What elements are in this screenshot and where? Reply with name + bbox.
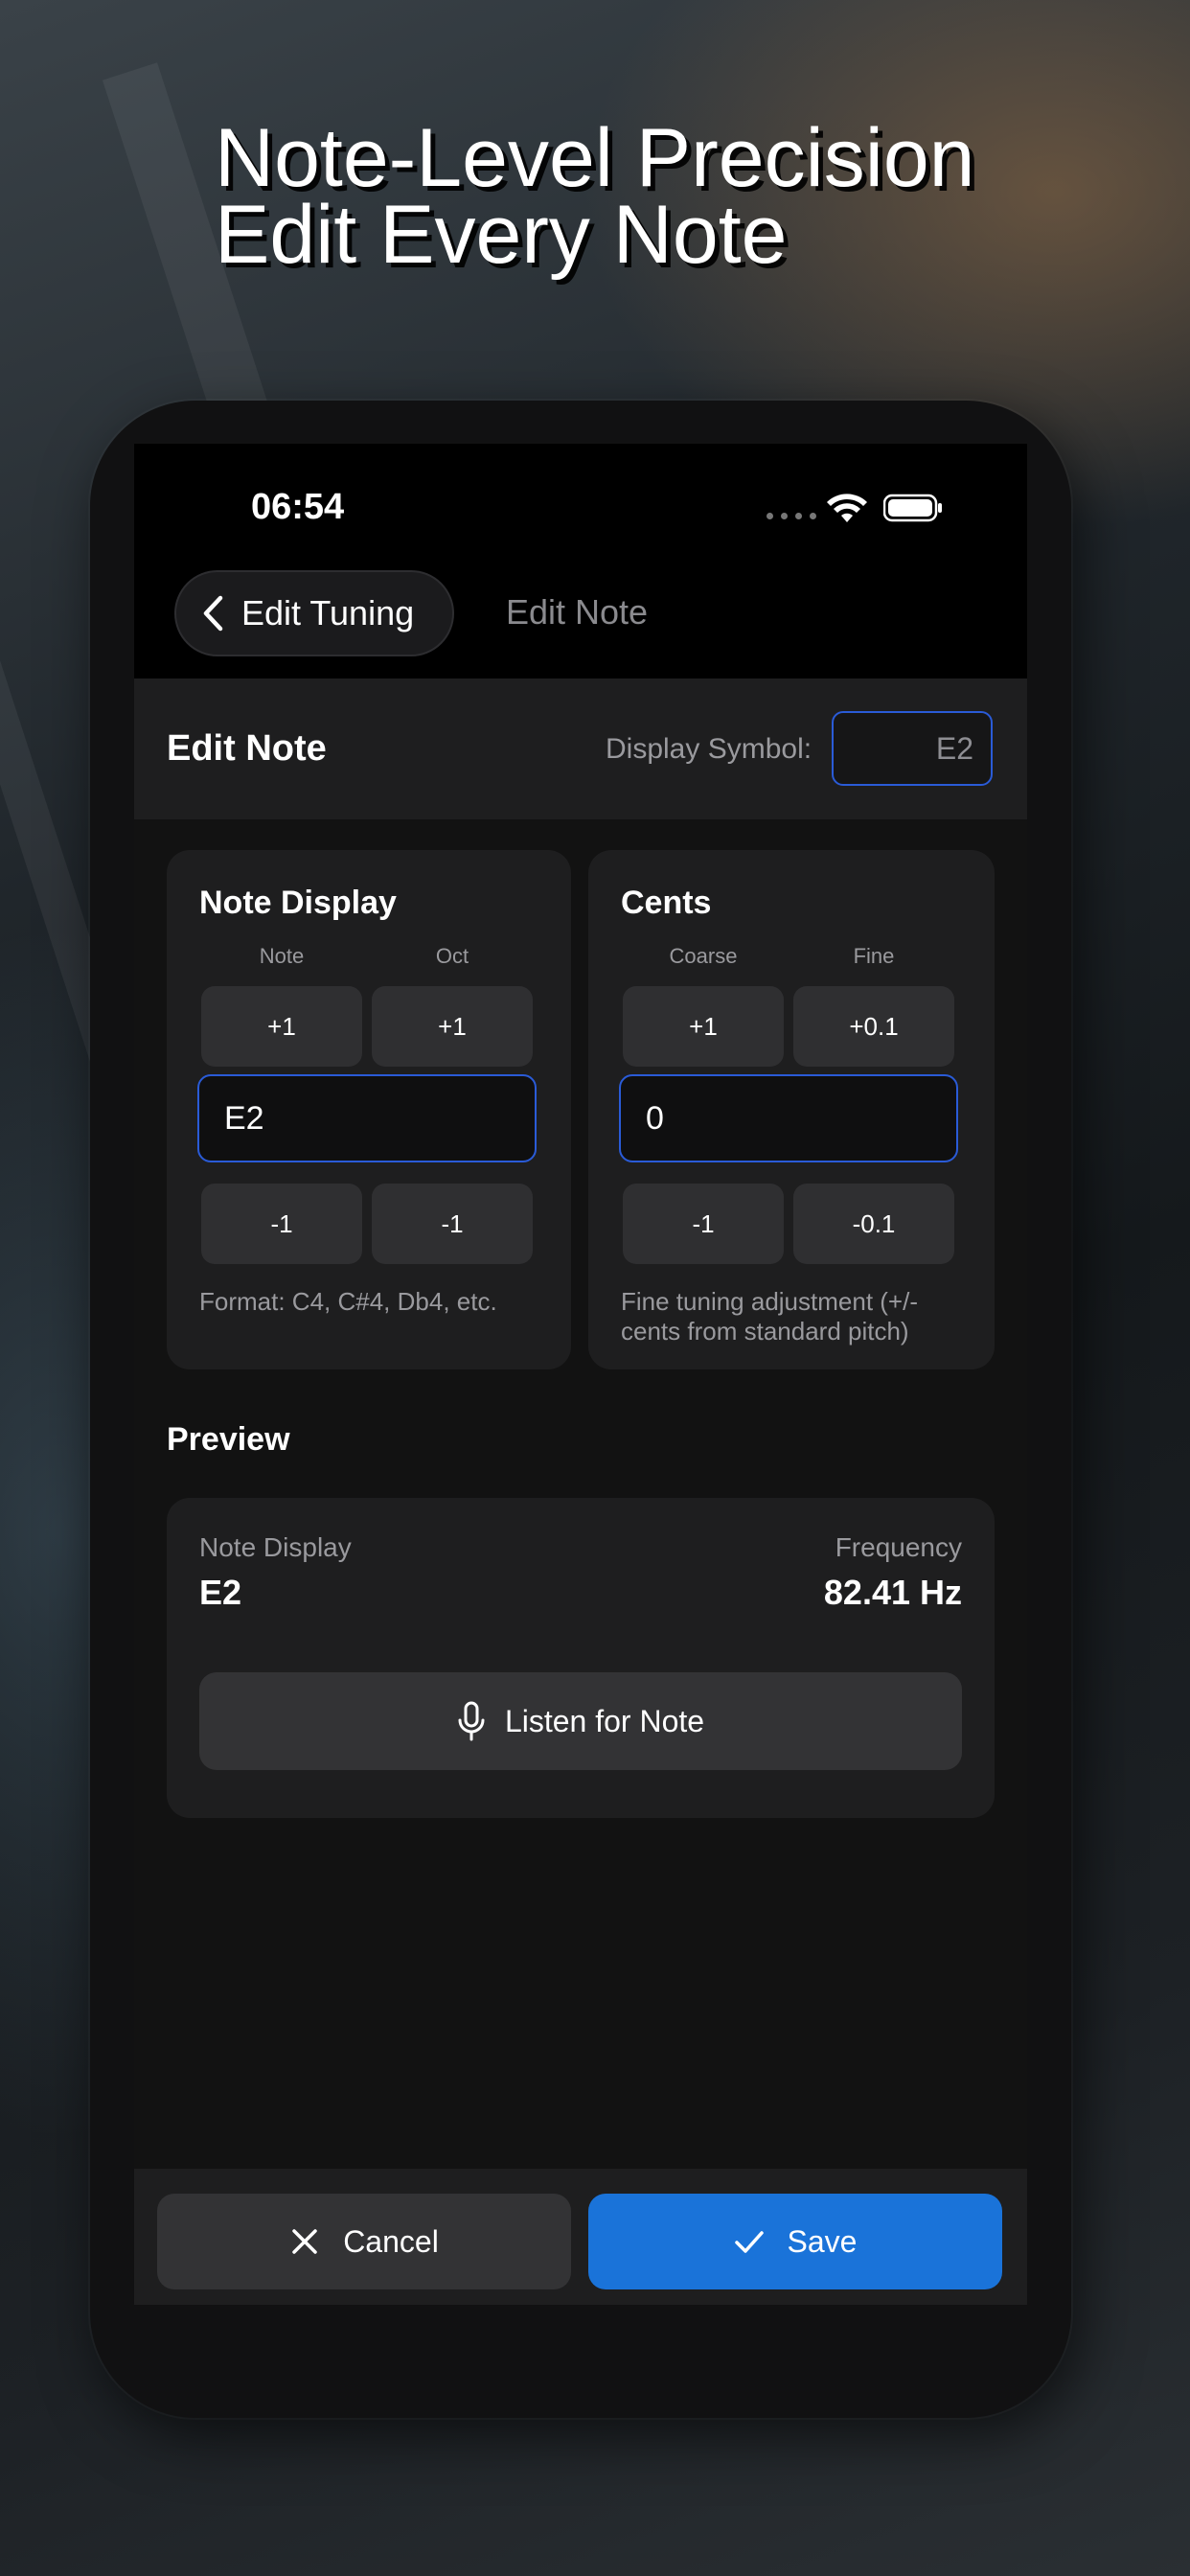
cents-help: Fine tuning adjustment (+/- cents from s… bbox=[621, 1287, 918, 1346]
edit-note-header: Edit Note Display Symbol: E2 bbox=[134, 678, 1027, 819]
listen-button-label: Listen for Note bbox=[504, 1703, 705, 1738]
save-button-label: Save bbox=[787, 2223, 858, 2259]
fine-minus-button[interactable]: -0.1 bbox=[793, 1184, 954, 1264]
cents-title: Cents bbox=[621, 885, 712, 921]
status-time: 06:54 bbox=[251, 487, 345, 527]
preview-frequency-label: Frequency bbox=[835, 1532, 962, 1562]
app-screen: 06:54 Edit Tuning Edit Note Edit Note Di… bbox=[134, 444, 1027, 2305]
hero-line-2: Edit Every Note bbox=[215, 189, 788, 281]
note-minus-button[interactable]: -1 bbox=[201, 1184, 362, 1264]
note-format-help: Format: C4, C#4, Db4, etc. bbox=[199, 1287, 497, 1316]
nav-title: Edit Note bbox=[506, 592, 649, 632]
note-display-card: Note Display Note Oct +1 +1 E2 -1 -1 For… bbox=[167, 850, 571, 1369]
signal-icon bbox=[767, 513, 816, 519]
coarse-column-label: Coarse bbox=[669, 944, 738, 968]
checkmark-icon bbox=[734, 2231, 764, 2253]
chevron-left-icon bbox=[203, 595, 223, 632]
preview-note-label: Note Display bbox=[199, 1532, 352, 1562]
preview-section-title: Preview bbox=[167, 1421, 290, 1458]
bottom-action-bar: Cancel Save bbox=[134, 2169, 1027, 2305]
note-input[interactable]: E2 bbox=[197, 1074, 537, 1162]
note-column-label: Note bbox=[259, 944, 305, 968]
hero-headline: Note-Level Precision Edit Every Note bbox=[215, 112, 1077, 281]
cancel-button-label: Cancel bbox=[343, 2223, 439, 2259]
oct-minus-button[interactable]: -1 bbox=[372, 1184, 533, 1264]
coarse-plus-button[interactable]: +1 bbox=[623, 986, 784, 1067]
preview-frequency-value: 82.41 Hz bbox=[823, 1573, 962, 1612]
back-button[interactable]: Edit Tuning bbox=[174, 570, 454, 656]
page-title: Edit Note bbox=[167, 728, 327, 769]
back-button-label: Edit Tuning bbox=[241, 593, 415, 632]
display-symbol-input[interactable]: E2 bbox=[832, 711, 993, 786]
note-display-title: Note Display bbox=[199, 885, 397, 921]
cents-card: Cents Coarse Fine +1 +0.1 0 -1 -0.1 Fine… bbox=[588, 850, 995, 1369]
hero-line-1: Note-Level Precision bbox=[215, 112, 975, 204]
cents-input[interactable]: 0 bbox=[619, 1074, 958, 1162]
preview-note-value: E2 bbox=[199, 1573, 242, 1612]
coarse-minus-button[interactable]: -1 bbox=[623, 1184, 784, 1264]
fine-column-label: Fine bbox=[853, 944, 895, 968]
preview-card: Note Display E2 Frequency 82.41 Hz Liste… bbox=[167, 1498, 995, 1818]
oct-plus-button[interactable]: +1 bbox=[372, 986, 533, 1067]
note-plus-button[interactable]: +1 bbox=[201, 986, 362, 1067]
battery-icon bbox=[883, 494, 942, 522]
close-icon bbox=[292, 2229, 317, 2254]
listen-for-note-button[interactable]: Listen for Note bbox=[199, 1672, 962, 1770]
top-bar: 06:54 Edit Tuning Edit Note bbox=[134, 444, 1027, 678]
microphone-icon bbox=[458, 1701, 485, 1741]
fine-plus-button[interactable]: +0.1 bbox=[793, 986, 954, 1067]
wifi-icon bbox=[827, 494, 867, 522]
save-button[interactable]: Save bbox=[588, 2194, 1002, 2289]
display-symbol-label: Display Symbol: bbox=[606, 733, 812, 765]
cancel-button[interactable]: Cancel bbox=[157, 2194, 571, 2289]
oct-column-label: Oct bbox=[435, 944, 469, 968]
